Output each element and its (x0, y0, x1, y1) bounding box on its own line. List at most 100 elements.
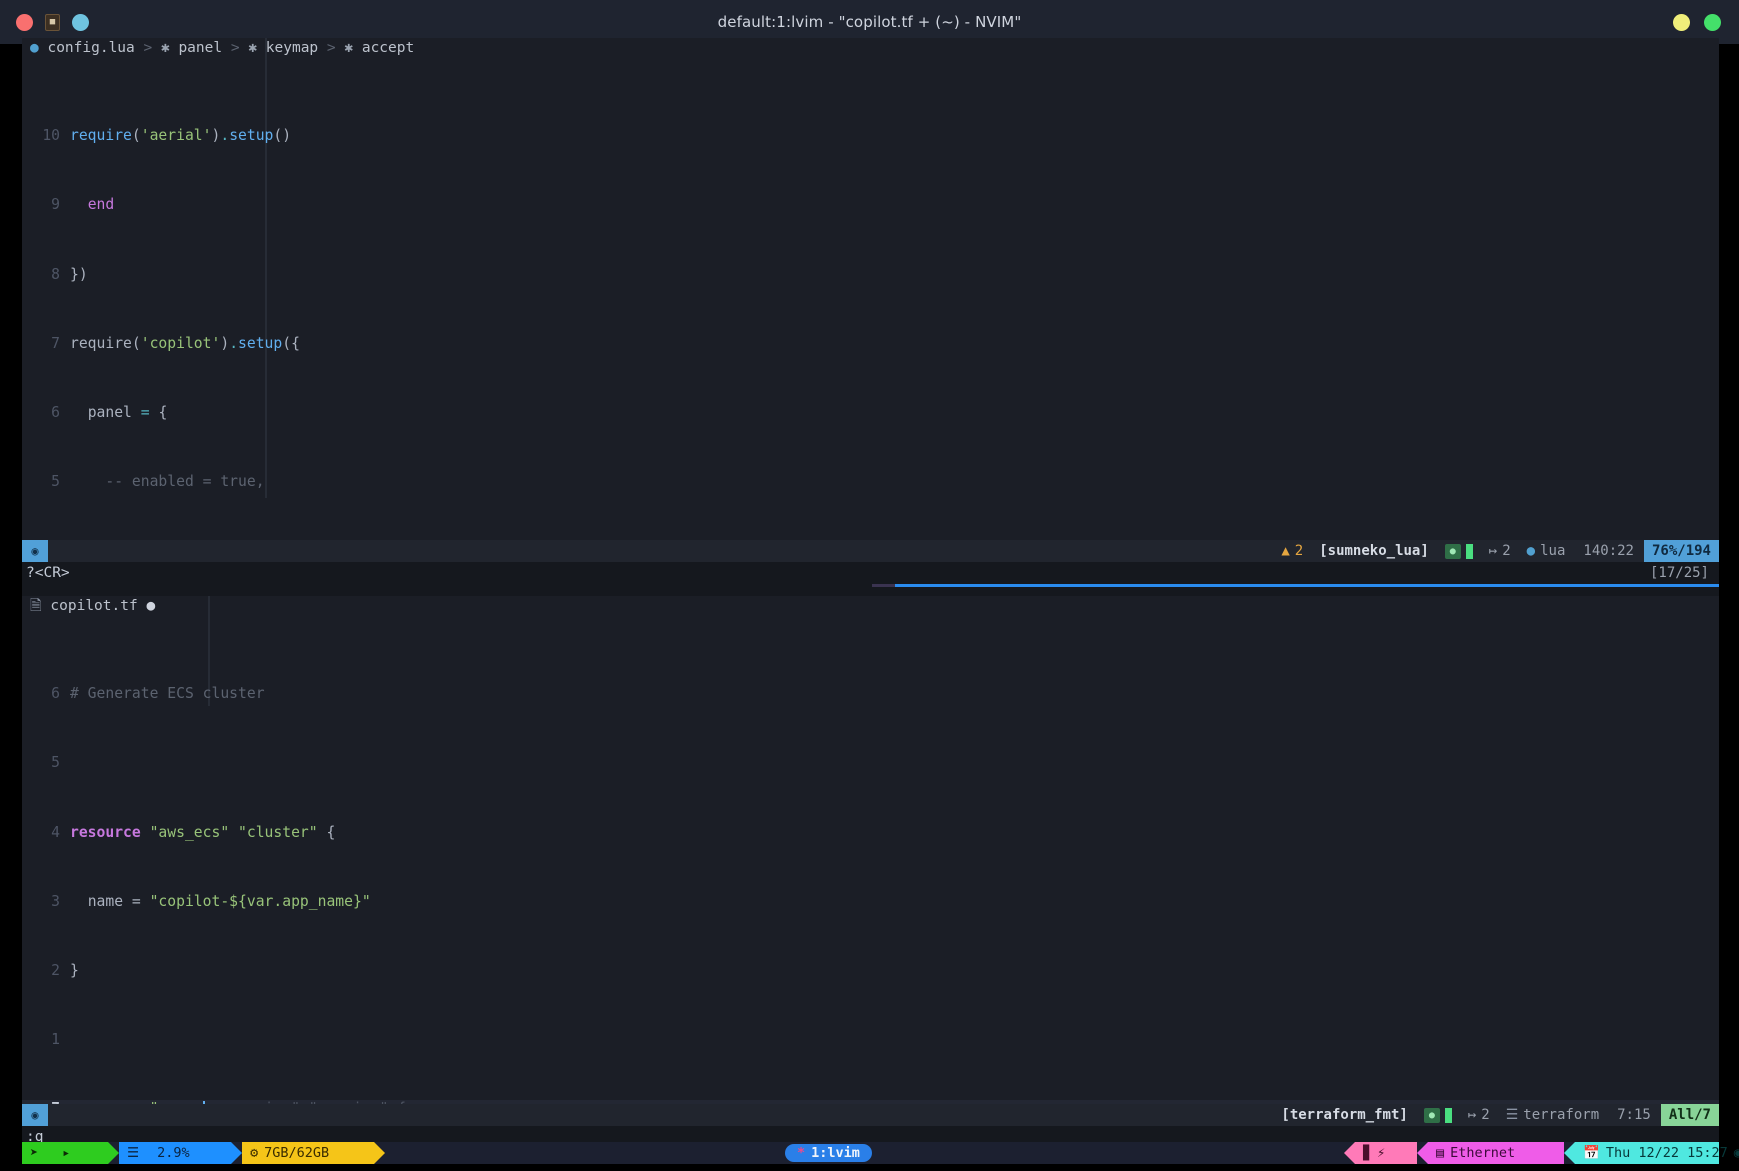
line-number: 3 (51, 892, 60, 910)
git-indicator-tf[interactable]: ● (1416, 1107, 1460, 1123)
line-number: 4 (51, 823, 60, 841)
tmux-arrow-5 (1417, 1142, 1428, 1164)
code-line: 8}) (22, 266, 1719, 283)
tmux-arrow-4 (1344, 1142, 1355, 1164)
tab-icon: ↦ (1488, 543, 1498, 559)
diagnostics-indicator[interactable]: ▲ 2 (1273, 543, 1311, 559)
datetime-label: Thu 12/22 15:27 (1605, 1145, 1728, 1161)
maximize-button[interactable] (1673, 13, 1690, 31)
tmux-datetime-segment[interactable]: 📅 Thu 12/22 15:27 ◉ (1575, 1142, 1739, 1164)
tmux-arrow-3 (374, 1142, 385, 1164)
clock-icon: ◉ (1733, 1145, 1739, 1161)
tmux-session-segment[interactable]: ➤ ▸ (22, 1142, 108, 1164)
terminal-icon: ■ (45, 13, 60, 31)
memory-label: 7GB/62GB (264, 1145, 330, 1161)
tmux-battery-segment[interactable]: ▊ ⚡ (1355, 1142, 1417, 1164)
line-number: 9 (51, 196, 60, 214)
code-line: 6 # Generate ECS cluster (22, 685, 1719, 702)
window-controls-left: ■ (0, 13, 260, 31)
tmux-tab-label: 1:lvim (811, 1145, 860, 1161)
wrench-icon: ✱ (160, 40, 170, 56)
tmux-arrow-1 (108, 1142, 119, 1164)
tmux-window-tab[interactable]: * 1:lvim (785, 1144, 872, 1162)
minimize-button[interactable] (72, 13, 89, 31)
git-branch-icon-tf: ● (1423, 1107, 1440, 1123)
code-line: 9 end (22, 196, 1719, 213)
winbar-filename-tf: copilot.tf (50, 598, 138, 614)
folder-icon: ▸ (62, 1145, 71, 1161)
editor-window: ● config.lua > ✱ panel > ✱ keymap > ✱ ac… (22, 38, 1719, 1142)
code-line: 1 (22, 1031, 1719, 1048)
line-text: }) (70, 265, 88, 283)
tmux-cpu-segment[interactable]: ☰ 2.9% (119, 1142, 231, 1164)
lsp-name[interactable]: [sumneko_lua] (1311, 543, 1437, 559)
line-number: 5 (51, 754, 60, 772)
line-text: name = "copilot-${var.app_name}" (87, 892, 371, 910)
line-text: panel = { (87, 403, 168, 421)
tmux-memory-segment[interactable]: ⚙ 7GB/62GB (242, 1142, 374, 1164)
statusline-lua: ◉ ▲ 2 [sumneko_lua] ● ↦ 2 ● lua 140:22 7… (22, 540, 1719, 562)
cmdline-search[interactable]: ?<CR> [17/25] (22, 562, 1719, 584)
line-number: 6 (51, 685, 60, 703)
cmdline-command[interactable]: :q (22, 1126, 1719, 1142)
wrench-icon-3: ✱ (344, 40, 354, 56)
line-number: 1 (51, 1031, 60, 1049)
pane-terraform: 🗎 copilot.tf ● 6 # Generate ECS cluster 5… (22, 596, 1719, 1118)
line-text: resource "aws_ecs" "cluster" { (70, 823, 336, 841)
winbar-terraform: 🗎 copilot.tf ● (22, 596, 1719, 616)
cmdline-text-tf: :q (26, 1129, 44, 1142)
active-window-star: * (797, 1145, 806, 1161)
network-icon: ▤ (1436, 1145, 1445, 1161)
tmux-statusbar: ➤ ▸ ☰ 2.9% ⚙ 7GB/62GB * 1:lvim ▊ ⚡ ▤ Eth… (22, 1142, 1739, 1164)
winbar-filename: config.lua (47, 40, 135, 56)
winbar-sep: > (143, 40, 161, 56)
lua-icon-status: ● (1526, 543, 1536, 559)
line-number: 10 (42, 127, 60, 145)
rocket-icon: ➤ (30, 1145, 39, 1161)
line-number: 8 (51, 265, 60, 283)
tmux-network-segment[interactable]: ▤ Ethernet (1428, 1142, 1564, 1164)
code-line: 5 (22, 754, 1719, 771)
code-line: 3 name = "copilot-${var.app_name}" (22, 893, 1719, 910)
code-area-terraform[interactable]: 6 # Generate ECS cluster 5 4 resource "aws… (22, 596, 1719, 1142)
line-text: require('copilot').setup({ (70, 334, 300, 352)
window-title: default:1:lvim - "copilot.tf + (~) - NVI… (717, 13, 1022, 31)
eye-icon[interactable]: ◉ (22, 540, 48, 562)
battery-icon: ▊ (1363, 1145, 1372, 1161)
git-indicator[interactable]: ● (1437, 543, 1481, 559)
winbar-crumb-panel[interactable]: panel (178, 40, 222, 56)
winbar-sep-3: > (326, 40, 345, 56)
window-controls-right (1479, 13, 1739, 31)
line-text: # Generate ECS cluster (70, 685, 265, 703)
git-count: 2 (1502, 543, 1511, 559)
lsp-name-tf[interactable]: [terraform_fmt] (1273, 1107, 1415, 1123)
warning-icon: ▲ (1281, 543, 1290, 559)
tmux-arrow-6 (1564, 1142, 1575, 1164)
git-changes-tf: ↦ 2 (1460, 1107, 1498, 1123)
code-line: 5 -- enabled = true, (22, 473, 1719, 490)
line-number: 7 (51, 334, 60, 352)
winbar-crumb-accept[interactable]: accept (362, 40, 414, 56)
tmux-arrow-2 (231, 1142, 242, 1164)
restore-button[interactable] (1704, 13, 1721, 31)
close-button[interactable] (16, 13, 33, 31)
code-line: 2} (22, 962, 1719, 979)
git-changes: ↦ 2 (1481, 543, 1519, 559)
code-line: 4 resource "aws_ecs" "cluster" { (22, 824, 1719, 841)
scroll-progress-tf: All/7 (1660, 1104, 1719, 1126)
statusline-terraform: ◉ [terraform_fmt] ● ↦ 2 ☰ terraform 7:15… (22, 1104, 1719, 1126)
filetype-indicator-tf[interactable]: ☰ terraform (1498, 1107, 1607, 1123)
winbar-crumb-keymap[interactable]: keymap (266, 40, 318, 56)
winbar-lua: ● config.lua > ✱ panel > ✱ keymap > ✱ ac… (22, 38, 1719, 58)
line-number: 5 (51, 473, 60, 491)
winbar-sep-2: > (230, 40, 249, 56)
code-line: 10 require('aerial').setup() (22, 127, 1719, 144)
cursor-position-tf: 7:15 (1617, 1107, 1651, 1123)
split-separator-dim (872, 584, 895, 587)
filetype-label: lua (1540, 543, 1566, 559)
filetype-indicator[interactable]: ● lua (1519, 543, 1574, 559)
calendar-icon: 📅 (1583, 1145, 1600, 1161)
git-branch-icon: ● (1444, 543, 1461, 559)
filetype-label-tf: terraform (1523, 1107, 1600, 1123)
eye-icon-tf[interactable]: ◉ (22, 1104, 48, 1126)
